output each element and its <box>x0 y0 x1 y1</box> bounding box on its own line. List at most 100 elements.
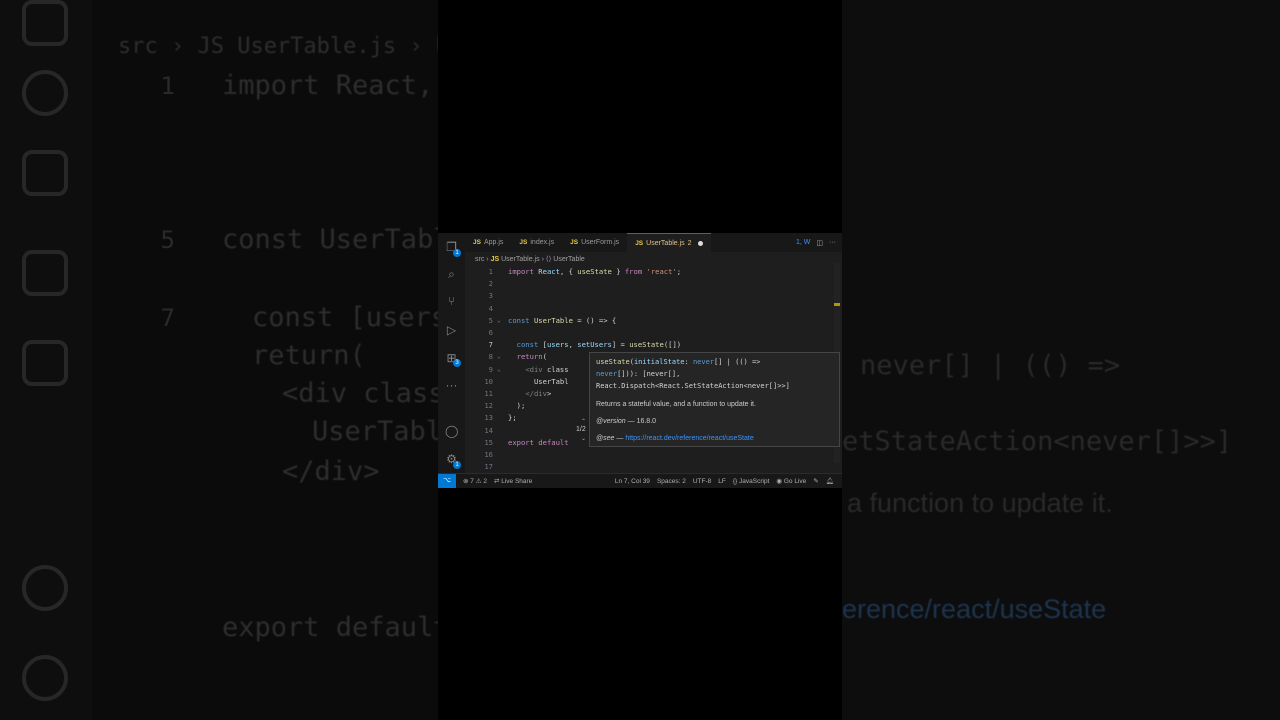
split-editor-icon[interactable]: ◫ <box>816 239 823 247</box>
background-line-number: 7 <box>160 304 175 332</box>
feedback-icon[interactable]: ✎ <box>813 477 818 485</box>
broadcast-icon: ◉ <box>776 478 783 485</box>
fold-chevron-icon[interactable]: ⌄ <box>497 351 501 363</box>
extensions-badge: 3 <box>453 359 461 367</box>
background-activity-bar <box>0 0 92 720</box>
hover-pager[interactable]: 1/2 <box>576 426 586 433</box>
editor-tabs: JS App.js JS index.js JS UserForm.js JS … <box>465 233 842 252</box>
search-icon[interactable]: ⌕ <box>445 268 458 281</box>
line-number: 6 <box>488 328 493 337</box>
breadcrumb-file[interactable]: UserTable.js <box>501 256 540 263</box>
code-text: export default <box>508 437 569 447</box>
code-text: const [users, setUsers] = useState([]) <box>516 340 682 350</box>
version-tag: @version <box>596 418 626 425</box>
language-label: JavaScript <box>739 477 770 485</box>
settings-badge: 1 <box>453 461 461 469</box>
tab-label: App.js <box>483 239 504 246</box>
warning-count: 2 <box>483 478 487 485</box>
background-code-line: import React, <box>222 70 434 101</box>
run-debug-icon[interactable]: ▷ <box>445 324 458 337</box>
background-code-line: const [users <box>252 302 438 333</box>
js-file-icon: JS <box>519 239 528 246</box>
unsaved-dot-icon[interactable] <box>697 240 703 246</box>
fold-chevron-icon[interactable]: ⌄ <box>497 364 501 376</box>
line-number: 15 <box>484 437 493 447</box>
chevron-up-icon[interactable]: ⌃ <box>581 418 586 425</box>
error-icon: ⊗ <box>463 478 469 485</box>
source-control-icon[interactable]: ⑂ <box>445 295 458 308</box>
see-dash: — <box>616 435 624 442</box>
line-number: 7 <box>488 340 493 350</box>
indentation-status[interactable]: Spaces: 2 <box>657 478 686 485</box>
eol-status[interactable]: LF <box>718 478 726 485</box>
tab-usertable-js[interactable]: JS UserTable.js 2 <box>627 233 711 252</box>
cursor-position[interactable]: Ln 7, Col 39 <box>615 478 650 485</box>
background-code-line: <div class <box>282 378 438 409</box>
line-number: 1 <box>488 267 493 276</box>
line-number: 2 <box>488 279 493 289</box>
timeline-button[interactable]: 1, W <box>796 239 810 246</box>
search-icon <box>22 70 68 116</box>
run-debug-icon <box>22 250 68 296</box>
code-text: import React, { useState } from 'react'; <box>508 267 682 276</box>
tab-label: UserForm.js <box>581 239 620 246</box>
line-number: 8 <box>488 352 493 362</box>
docs-link[interactable]: https://react.dev/reference/react/useSta… <box>625 435 753 442</box>
background-code-line: return( <box>252 340 366 371</box>
remote-indicator-icon[interactable]: ⌥ <box>438 474 456 488</box>
account-icon <box>22 565 68 611</box>
tab-userform-js[interactable]: JS UserForm.js <box>562 233 627 252</box>
code-text: </div> <box>525 389 552 398</box>
account-icon[interactable]: ◯ <box>445 425 458 438</box>
encoding-status[interactable]: UTF-8 <box>693 478 711 485</box>
see-tag: @see <box>596 435 615 442</box>
tab-index-js[interactable]: JS index.js <box>511 233 562 252</box>
live-share-button[interactable]: ⇄ Live Share <box>494 477 532 485</box>
fold-chevron-icon[interactable]: ⌄ <box>497 315 501 327</box>
background-code-line: UserTabl <box>312 416 438 447</box>
language-mode[interactable]: {} JavaScript <box>733 478 770 485</box>
line-number: 13 <box>484 413 493 423</box>
background-left: src › JS UserTable.js › UserT 1 import R… <box>0 0 438 720</box>
background-code-line: </div> <box>282 456 380 487</box>
symbol-icon: ⟨⟩ <box>545 256 552 263</box>
code-text: ); <box>508 401 526 411</box>
background-code-line: export default <box>222 612 438 643</box>
background-hover-line: etStateAction<never[]>>] <box>842 426 1233 457</box>
go-live-button[interactable]: ◉ Go Live <box>776 477 806 485</box>
background-line-number: 5 <box>160 226 175 254</box>
go-live-label: Go Live <box>783 478 807 485</box>
tab-problem-count: 2 <box>687 239 692 247</box>
background-hover-line: a function to update it. <box>847 488 1113 518</box>
js-file-icon: JS <box>570 239 579 246</box>
js-file-icon: JS <box>635 239 644 247</box>
files-icon <box>22 0 68 46</box>
code-text: <div class <box>525 364 569 374</box>
tab-app-js[interactable]: JS App.js <box>465 233 511 252</box>
hover-version: @version — 16.8.0 <box>596 418 656 425</box>
explorer-badge: 1 <box>453 249 461 257</box>
warning-icon: ⚠ <box>475 478 482 485</box>
more-actions-button[interactable]: ··· <box>829 239 836 246</box>
vscode-window: ❐ 1 ⌕ ⑂ ▷ ⊞ 3 ··· ◯ ⚙ 1 JS App.js JS ind… <box>438 233 842 488</box>
line-number: 14 <box>484 425 493 435</box>
bell-icon[interactable]: 🔔︎ <box>826 477 834 485</box>
line-number: 3 <box>488 291 493 301</box>
hover-description: Returns a stateful value, and a function… <box>596 401 756 408</box>
breadcrumb-symbol[interactable]: UserTable <box>553 256 585 263</box>
function-signature: useState(initialState: never[] | (() => … <box>596 358 790 390</box>
chevron-down-icon[interactable]: ⌄ <box>581 435 586 442</box>
problems-status[interactable]: ⊗ 7 ⚠ 2 <box>463 477 487 485</box>
source-control-icon <box>22 150 68 196</box>
js-file-icon: JS <box>490 256 500 263</box>
status-bar: ⌥ ⊗ 7 ⚠ 2 ⇄ Live Share Ln 7, Col 39 Spac… <box>438 473 842 488</box>
background-right: never[] | (() => etStateAction<never[]>>… <box>842 0 1280 720</box>
more-icon[interactable]: ··· <box>445 379 458 392</box>
line-number: 12 <box>484 401 493 411</box>
extensions-icon <box>22 340 68 386</box>
braces-icon: {} <box>732 477 738 485</box>
hover-see: @see — https://react.dev/reference/react… <box>596 435 754 442</box>
line-number: 16 <box>484 450 493 459</box>
breadcrumb-folder[interactable]: src <box>475 256 484 263</box>
line-number: 17 <box>484 462 493 472</box>
